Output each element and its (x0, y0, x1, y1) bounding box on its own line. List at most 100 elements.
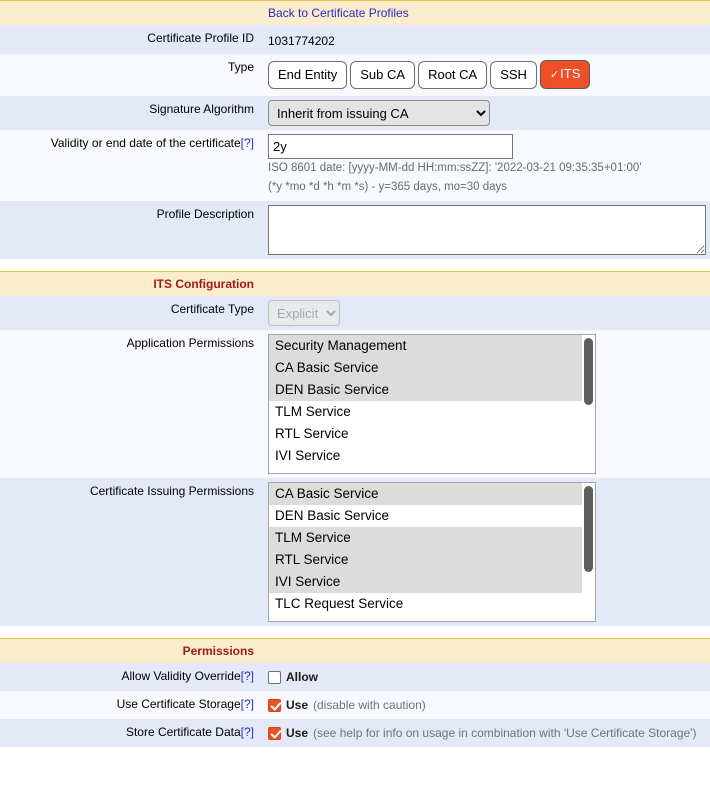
back-link-cell: Back to Certificate Profiles (262, 1, 710, 26)
its-configuration-header-spacer (262, 272, 710, 297)
type-button-ssh[interactable]: SSH (490, 61, 537, 89)
type-button-its-label: ITS (560, 66, 580, 81)
profile-description-textarea[interactable] (268, 205, 706, 255)
permissions-header-row: Permissions (0, 639, 710, 664)
certificate-profile-form-page: Back to Certificate Profiles Certificate… (0, 0, 710, 747)
store-certificate-data-checkbox[interactable] (268, 727, 281, 740)
application-permissions-row: Application Permissions Security Managem… (0, 330, 710, 478)
profile-description-label: Profile Description (0, 201, 262, 259)
scrollbar-thumb[interactable] (584, 338, 593, 405)
certificate-type-label: Certificate Type (0, 296, 262, 330)
type-button-its[interactable]: ✓ITS (540, 60, 590, 89)
list-item[interactable]: Security Management (269, 335, 595, 357)
signature-algorithm-select[interactable]: Inherit from issuing CA (268, 100, 490, 126)
certificate-issuing-permissions-row: Certificate Issuing Permissions CA Basic… (0, 478, 710, 626)
validity-label: Validity or end date of the certificate[… (0, 130, 262, 201)
certificate-type-cell: Explicit (262, 296, 710, 330)
its-configuration-header-row: ITS Configuration (0, 272, 710, 297)
certificate-issuing-permissions-listbox[interactable]: CA Basic Service DEN Basic Service TLM S… (268, 482, 596, 622)
list-item[interactable]: TLM Service (269, 401, 595, 423)
back-link-row-spacer (0, 1, 262, 26)
store-certificate-data-cell: Use (see help for info on usage in combi… (262, 719, 710, 747)
type-button-root-ca[interactable]: Root CA (418, 61, 487, 89)
use-certificate-storage-checkbox-label: Use (286, 698, 308, 712)
list-item[interactable]: IVI Service (269, 571, 595, 593)
type-button-group: End Entity Sub CA Root CA SSH ✓ITS (268, 58, 706, 92)
use-certificate-storage-label-text: Use Certificate Storage (117, 697, 241, 711)
application-permissions-label: Application Permissions (0, 330, 262, 478)
use-certificate-storage-label: Use Certificate Storage[?] (0, 691, 262, 719)
section-gap-permissions (0, 626, 710, 638)
store-certificate-data-note: (see help for info on usage in combinati… (313, 726, 696, 740)
use-certificate-storage-row: Use Certificate Storage[?] Use (disable … (0, 691, 710, 719)
store-certificate-data-label: Store Certificate Data[?] (0, 719, 262, 747)
use-certificate-storage-cell: Use (disable with caution) (262, 691, 710, 719)
certificate-profile-id-label: Certificate Profile ID (0, 25, 262, 54)
its-configuration-table: ITS Configuration Certificate Type Expli… (0, 271, 710, 478)
allow-validity-override-cell: Allow (262, 663, 710, 691)
application-permissions-listbox[interactable]: Security Management CA Basic Service DEN… (268, 334, 596, 474)
validity-cell: ISO 8601 date: [yyyy-MM-dd HH:mm:ssZZ]: … (262, 130, 710, 201)
use-certificate-storage-checkbox-row: Use (disable with caution) (268, 695, 706, 715)
list-item[interactable]: RTL Service (269, 549, 595, 571)
signature-algorithm-row: Signature Algorithm Inherit from issuing… (0, 96, 710, 130)
permissions-header-spacer (262, 639, 710, 664)
list-item[interactable]: DEN Basic Service (269, 379, 595, 401)
store-certificate-data-checkbox-row: Use (see help for info on usage in combi… (268, 723, 706, 743)
allow-validity-override-help-icon[interactable]: [?] (241, 669, 254, 683)
profile-description-cell (262, 201, 710, 259)
allow-validity-override-checkbox[interactable] (268, 671, 281, 684)
validity-help-icon[interactable]: [?] (241, 136, 254, 150)
list-item[interactable]: RTL Service (269, 423, 595, 445)
allow-validity-override-label-text: Allow Validity Override (122, 669, 241, 683)
certificate-issuing-permissions-label: Certificate Issuing Permissions (0, 478, 262, 626)
check-icon: ✓ (550, 69, 559, 81)
certificate-issuing-permissions-scrollbar[interactable] (582, 483, 595, 621)
signature-algorithm-label: Signature Algorithm (0, 96, 262, 130)
back-link-row: Back to Certificate Profiles (0, 1, 710, 26)
validity-row: Validity or end date of the certificate[… (0, 130, 710, 201)
application-permissions-cell: Security Management CA Basic Service DEN… (262, 330, 710, 478)
validity-hint-units: (*y *mo *d *h *m *s) - y=365 days, mo=30… (268, 178, 706, 197)
validity-input[interactable] (268, 134, 513, 159)
certificate-profile-id-row: Certificate Profile ID 1031774202 (0, 25, 710, 54)
store-certificate-data-row: Store Certificate Data[?] Use (see help … (0, 719, 710, 747)
permissions-header: Permissions (0, 639, 262, 664)
list-item[interactable]: TLC Request Service (269, 593, 595, 615)
store-certificate-data-checkbox-label: Use (286, 726, 308, 740)
certificate-issuing-permissions-cell: CA Basic Service DEN Basic Service TLM S… (262, 478, 710, 626)
certificate-type-select[interactable]: Explicit (268, 300, 340, 326)
type-button-sub-ca[interactable]: Sub CA (350, 61, 415, 89)
its-configuration-header: ITS Configuration (0, 272, 262, 297)
allow-validity-override-label: Allow Validity Override[?] (0, 663, 262, 691)
certificate-profile-form: Back to Certificate Profiles Certificate… (0, 0, 710, 259)
type-button-end-entity[interactable]: End Entity (268, 61, 347, 89)
permissions-table: Permissions Allow Validity Override[?] A… (0, 638, 710, 747)
allow-validity-override-checkbox-label: Allow (286, 670, 318, 684)
profile-description-row: Profile Description (0, 201, 710, 259)
use-certificate-storage-help-icon[interactable]: [?] (241, 697, 254, 711)
use-certificate-storage-checkbox[interactable] (268, 699, 281, 712)
allow-validity-override-row: Allow Validity Override[?] Allow (0, 663, 710, 691)
store-certificate-data-label-text: Store Certificate Data (126, 725, 241, 739)
section-gap-its (0, 259, 710, 271)
list-item[interactable]: TLM Service (269, 527, 595, 549)
back-to-certificate-profiles-link[interactable]: Back to Certificate Profiles (268, 6, 409, 20)
certificate-profile-id-value: 1031774202 (268, 29, 706, 50)
store-certificate-data-help-icon[interactable]: [?] (241, 725, 254, 739)
validity-hint-iso: ISO 8601 date: [yyyy-MM-dd HH:mm:ssZZ]: … (268, 159, 706, 178)
certificate-profile-id-cell: 1031774202 (262, 25, 710, 54)
scrollbar-thumb[interactable] (584, 486, 593, 572)
application-permissions-scrollbar[interactable] (582, 335, 595, 473)
list-item[interactable]: CA Basic Service (269, 357, 595, 379)
list-item[interactable]: CA Basic Service (269, 483, 595, 505)
signature-algorithm-cell: Inherit from issuing CA (262, 96, 710, 130)
type-row: Type End Entity Sub CA Root CA SSH ✓ITS (0, 54, 710, 96)
allow-validity-override-checkbox-row: Allow (268, 667, 706, 687)
type-label: Type (0, 54, 262, 96)
use-certificate-storage-note: (disable with caution) (313, 698, 426, 712)
list-item[interactable]: IVI Service (269, 445, 595, 467)
certificate-type-row: Certificate Type Explicit (0, 296, 710, 330)
type-cell: End Entity Sub CA Root CA SSH ✓ITS (262, 54, 710, 96)
list-item[interactable]: DEN Basic Service (269, 505, 595, 527)
